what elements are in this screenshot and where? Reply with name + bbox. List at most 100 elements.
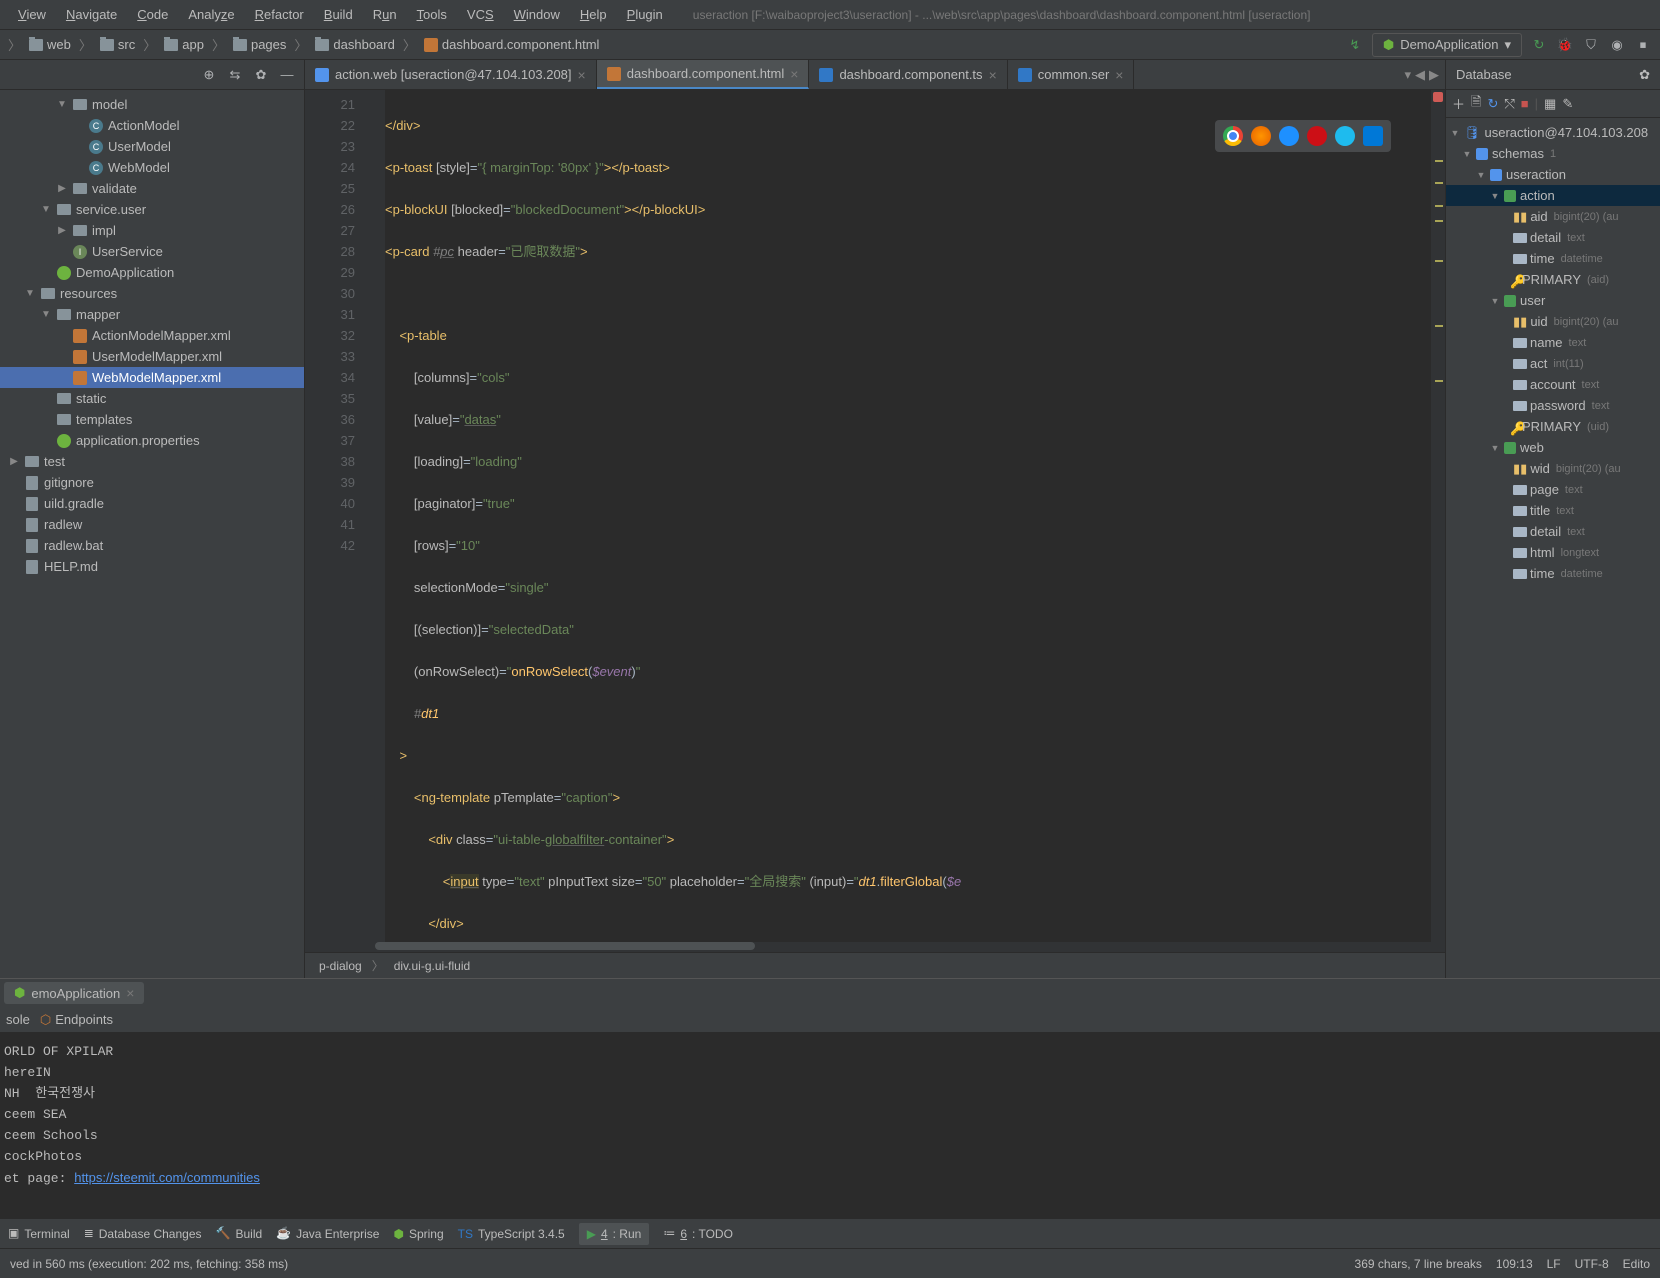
tree-item-demoapplication[interactable]: DemoApplication [0,262,304,283]
db-column-html[interactable]: htmllongtext [1446,542,1660,563]
db-changes-tab[interactable]: ≣Database Changes [84,1226,202,1241]
tree-item-service-user[interactable]: ▼service.user [0,199,304,220]
tree-item-gitignore[interactable]: gitignore [0,472,304,493]
db-table-action[interactable]: ▼action [1446,185,1660,206]
menu-window[interactable]: Window [504,3,570,26]
breadcrumb-app[interactable]: app [160,35,208,54]
warning-marker[interactable] [1435,260,1443,262]
breadcrumb-node[interactable]: div.ui-g.ui-fluid [394,959,470,973]
db-column-uid[interactable]: ▮▮uidbigint(20) (au [1446,311,1660,332]
horizontal-scrollbar[interactable] [305,942,1445,952]
db-schemas[interactable]: ▼schemas1 [1446,143,1660,164]
tree-item-mapper[interactable]: ▼mapper [0,304,304,325]
warning-marker[interactable] [1435,380,1443,382]
db-datasource[interactable]: ▼🛢useraction@47.104.103.208 [1446,122,1660,143]
close-icon[interactable]: × [989,67,997,83]
tree-item-help-md[interactable]: HELP.md [0,556,304,577]
edge-icon[interactable] [1363,126,1383,146]
tree-item-usermodelmapper-xml[interactable]: UserModelMapper.xml [0,346,304,367]
db-table-user[interactable]: ▼user [1446,290,1660,311]
tree-item-actionmodel[interactable]: CActionModel [0,115,304,136]
db-column-detail[interactable]: detailtext [1446,227,1660,248]
db-column-page[interactable]: pagetext [1446,479,1660,500]
code-area[interactable]: </div> <p-toast [style]="{ marginTop: '8… [385,90,1431,942]
tree-item-actionmodelmapper-xml[interactable]: ActionModelMapper.xml [0,325,304,346]
todo-tab[interactable]: ≔6: TODO [663,1226,733,1241]
profile-icon[interactable]: ◉ [1608,36,1626,54]
close-icon[interactable]: × [1115,67,1123,83]
tree-item-model[interactable]: ▼model [0,94,304,115]
debug-icon[interactable]: 🐞 [1556,36,1574,54]
status-editor[interactable]: Edito [1623,1257,1650,1271]
java-ee-tab[interactable]: ☕Java Enterprise [276,1226,379,1241]
breadcrumb-dashboard[interactable]: dashboard [311,35,398,54]
ie-icon[interactable] [1335,126,1355,146]
database-tree[interactable]: ▼🛢useraction@47.104.103.208▼schemas1 ▼use… [1446,118,1660,978]
refresh-icon[interactable]: ↻ [1487,96,1498,112]
warning-marker[interactable] [1435,325,1443,327]
db-table-web[interactable]: ▼web [1446,437,1660,458]
project-tree[interactable]: ▼modelCActionModelCUserModelCWebModel▶va… [0,90,304,978]
hide-icon[interactable]: — [278,66,296,84]
warning-marker[interactable] [1435,182,1443,184]
editor-tab[interactable]: dashboard.component.ts× [809,60,1007,89]
status-lf[interactable]: LF [1547,1257,1561,1271]
menu-refactor[interactable]: Refactor [245,3,314,26]
status-encoding[interactable]: UTF-8 [1575,1257,1609,1271]
firefox-icon[interactable] [1251,126,1271,146]
tree-item-uild-gradle[interactable]: uild.gradle [0,493,304,514]
error-marker[interactable] [1433,92,1443,102]
tree-item-radlew[interactable]: radlew [0,514,304,535]
console-output[interactable]: ORLD OF XPILAR hereIN NH 한국전쟁사 ceem SEA … [0,1033,1660,1218]
menu-view[interactable]: View [8,3,56,26]
db-column-time[interactable]: timedatetime [1446,563,1660,584]
run-config-selector[interactable]: ⬢ DemoApplication ▾ [1372,33,1522,57]
settings-icon[interactable]: ✿ [252,66,270,84]
db-column-PRIMARY[interactable]: 🔑PRIMARY(uid) [1446,416,1660,437]
db-column-account[interactable]: accounttext [1446,374,1660,395]
breadcrumb-src[interactable]: src [96,35,139,54]
editor-tab[interactable]: dashboard.component.html× [597,60,810,89]
scroll-left-icon[interactable]: ◀ [1415,67,1425,83]
tree-item-impl[interactable]: ▶impl [0,220,304,241]
tree-item-test[interactable]: ▶test [0,451,304,472]
stop-icon[interactable]: ⏹ [1634,36,1652,54]
sync-icon[interactable]: ⤲ [1504,96,1514,112]
close-icon[interactable]: × [790,66,798,82]
marker-bar[interactable] [1431,90,1445,942]
add-icon[interactable]: ＋ [1452,94,1465,113]
menu-vcs[interactable]: VCS [457,3,504,26]
tree-item-userservice[interactable]: IUserService [0,241,304,262]
editor-tab[interactable]: action.web [useraction@47.104.103.208]× [305,60,597,89]
table-icon[interactable]: ▦ [1544,96,1556,112]
warning-marker[interactable] [1435,220,1443,222]
tree-item-static[interactable]: static [0,388,304,409]
tree-item-radlew-bat[interactable]: radlew.bat [0,535,304,556]
close-icon[interactable]: × [578,67,586,83]
console-tab[interactable]: sole [6,1012,30,1027]
close-icon[interactable]: × [126,985,134,1001]
editor-tab[interactable]: common.ser× [1008,60,1135,89]
build-icon[interactable]: ↯ [1346,36,1364,54]
coverage-icon[interactable]: ⛉ [1582,36,1600,54]
db-column-name[interactable]: nametext [1446,332,1660,353]
rerun-icon[interactable]: ↻ [1530,36,1548,54]
console-link[interactable]: https://steemit.com/communities [74,1170,260,1185]
menu-build[interactable]: Build [314,3,363,26]
chrome-icon[interactable] [1223,126,1243,146]
scroll-right-icon[interactable]: ▶ [1429,67,1439,83]
tree-item-resources[interactable]: ▼resources [0,283,304,304]
spring-tab[interactable]: ⬢Spring [393,1227,443,1241]
target-icon[interactable]: ⊕ [200,66,218,84]
endpoints-tab[interactable]: ⬡Endpoints [40,1012,113,1028]
breadcrumb-pages[interactable]: pages [229,35,290,54]
db-column-title[interactable]: titletext [1446,500,1660,521]
tree-item-templates[interactable]: templates [0,409,304,430]
tree-item-validate[interactable]: ▶validate [0,178,304,199]
typescript-tab[interactable]: TSTypeScript 3.4.5 [458,1227,565,1241]
menu-run[interactable]: Run [363,3,407,26]
db-column-time[interactable]: timedatetime [1446,248,1660,269]
terminal-tab[interactable]: ▣Terminal [8,1226,70,1241]
breadcrumb-web[interactable]: web [25,35,75,54]
menu-code[interactable]: Code [127,3,178,26]
